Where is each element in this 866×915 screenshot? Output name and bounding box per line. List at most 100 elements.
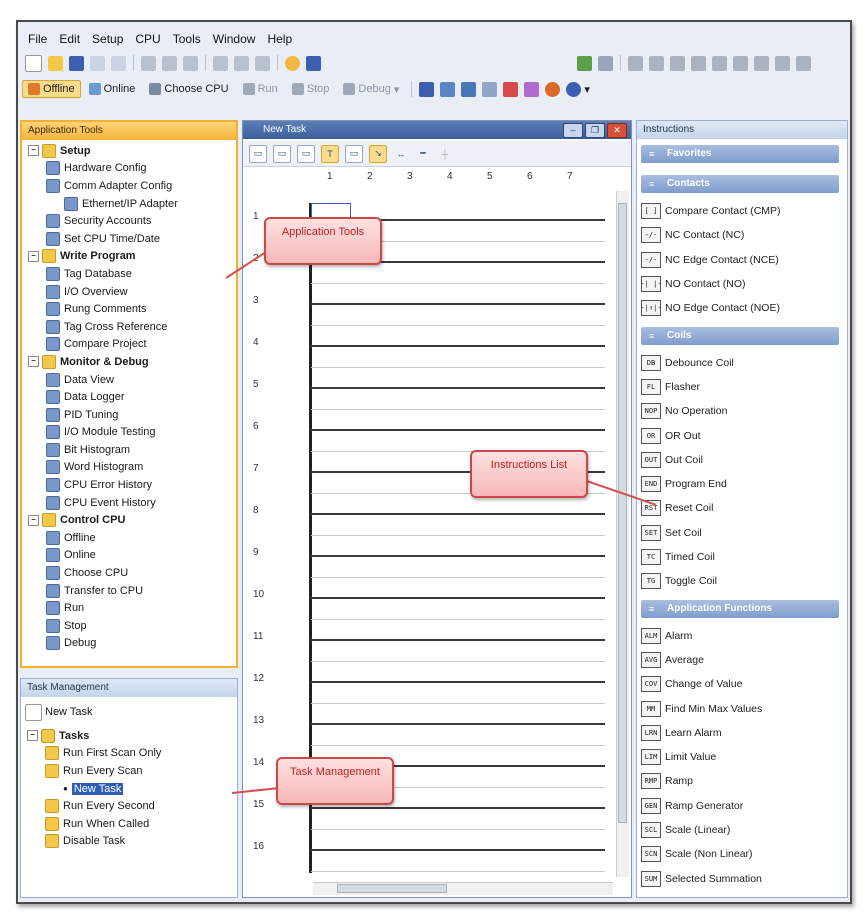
rung-line[interactable] <box>311 513 605 515</box>
help-icon[interactable] <box>285 55 300 71</box>
tool-icon[interactable] <box>754 55 769 71</box>
rung-line[interactable] <box>311 723 605 725</box>
window-icon[interactable] <box>440 81 456 97</box>
tool-icon[interactable] <box>670 55 685 71</box>
line-tool-icon[interactable]: ━ <box>415 146 431 162</box>
text-tool-icon[interactable]: T <box>321 144 339 163</box>
instruction-item[interactable]: FL Flasher <box>641 375 839 399</box>
menu-tools[interactable]: Tools <box>167 30 207 48</box>
vertical-scrollbar[interactable] <box>616 191 629 877</box>
task-item[interactable]: Run First Scan Only <box>21 745 237 763</box>
rung-line[interactable] <box>311 303 605 305</box>
scroll-thumb[interactable] <box>337 884 447 893</box>
tool-icon[interactable] <box>598 55 613 71</box>
task-item[interactable]: Run Every Scan <box>21 762 237 780</box>
tree-item[interactable]: I/O Overview <box>22 283 236 301</box>
instruction-item[interactable]: GEN Ramp Generator <box>641 794 839 818</box>
window-icon[interactable] <box>419 81 435 97</box>
online-button[interactable]: Online <box>83 80 142 98</box>
contact-tool-icon[interactable]: ▭ <box>249 144 267 163</box>
rung-line[interactable] <box>311 807 605 809</box>
instruction-item[interactable]: LRN Learn Alarm <box>641 721 839 745</box>
instruction-item[interactable]: SUM Selected Summation <box>641 866 839 890</box>
coil-tool-icon[interactable]: ▭ <box>273 144 291 163</box>
instruction-item[interactable]: RST Reset Coil <box>641 496 839 520</box>
instruction-item[interactable]: -/- NC Edge Contact (NCE) <box>641 248 839 272</box>
instruction-item[interactable]: [ ] Compare Contact (CMP) <box>641 199 839 223</box>
redo-icon[interactable] <box>234 55 249 71</box>
tree-item[interactable]: Debug <box>22 635 236 653</box>
close-icon[interactable]: ✕ <box>607 123 627 138</box>
rung-line[interactable] <box>311 597 605 599</box>
instruction-item[interactable]: TC Timed Coil <box>641 545 839 569</box>
copy-icon[interactable] <box>162 55 177 71</box>
zoom-icon[interactable] <box>255 55 270 71</box>
task-item[interactable]: ● New Task <box>21 780 237 798</box>
chevron-down-icon[interactable]: ▾ <box>584 83 590 96</box>
tree-item[interactable]: CPU Error History <box>22 476 236 494</box>
rung-line[interactable] <box>311 345 605 347</box>
rung-line[interactable] <box>311 429 605 431</box>
paste-icon[interactable] <box>183 55 198 71</box>
choose-cpu-button[interactable]: Choose CPU <box>143 80 234 98</box>
open-folder-icon[interactable] <box>48 55 63 71</box>
collapse-icon[interactable]: − <box>28 145 39 157</box>
rung-line[interactable] <box>311 681 605 683</box>
collapse-icon[interactable]: − <box>28 514 39 526</box>
save-icon[interactable] <box>69 55 84 71</box>
tool-icon[interactable] <box>712 55 727 71</box>
instruction-item[interactable]: -| |- NO Contact (NO) <box>640 272 839 296</box>
tree-item[interactable]: Choose CPU <box>22 564 236 582</box>
menu-setup[interactable]: Setup <box>86 30 129 48</box>
task-item[interactable]: − Tasks <box>21 727 237 745</box>
horizontal-scrollbar[interactable] <box>313 882 613 895</box>
new-task-button[interactable]: New Task <box>25 703 92 721</box>
menu-file[interactable]: File <box>22 30 53 48</box>
tool-icon[interactable] <box>691 55 706 71</box>
instruction-item[interactable]: OR OR Out <box>641 423 839 447</box>
instruction-item[interactable]: LIM Limit Value <box>641 745 839 769</box>
tree-item[interactable]: PID Tuning <box>22 406 236 424</box>
tree-item[interactable]: Ethernet/IP Adapter <box>22 195 236 213</box>
scroll-thumb[interactable] <box>618 203 627 823</box>
instruction-item[interactable]: COV Change of Value <box>641 672 839 696</box>
rung-line[interactable] <box>311 387 605 389</box>
menu-cpu[interactable]: CPU <box>129 30 166 48</box>
tree-item[interactable]: Stop <box>22 617 236 635</box>
instruction-item[interactable]: RMP Ramp <box>641 769 839 793</box>
instruction-item[interactable]: SCN Scale (Non Linear) <box>641 842 839 866</box>
tree-item[interactable]: Bit Histogram <box>22 441 236 459</box>
new-file-icon[interactable] <box>25 54 42 72</box>
tool-icon[interactable] <box>649 55 664 71</box>
stop-button[interactable]: Stop <box>286 80 336 98</box>
instruction-item[interactable]: -|↑|- NO Edge Contact (NOE) <box>640 296 839 320</box>
branch-tool-icon[interactable]: ┼ <box>437 146 453 162</box>
collapse-icon[interactable]: − <box>27 730 38 742</box>
undo-icon[interactable] <box>213 55 228 71</box>
window-icon[interactable] <box>482 81 498 97</box>
tree-item[interactable]: Compare Project <box>22 336 236 354</box>
tree-item[interactable]: CPU Event History <box>22 494 236 512</box>
menu-edit[interactable]: Edit <box>53 30 86 48</box>
horizontal-wire-icon[interactable]: ↔ <box>393 146 409 162</box>
tree-item[interactable]: I/O Module Testing <box>22 424 236 442</box>
error-icon[interactable] <box>545 81 561 97</box>
tree-item[interactable]: − Write Program <box>22 248 236 266</box>
instruction-item[interactable]: TG Toggle Coil <box>641 569 839 593</box>
tree-item[interactable]: Online <box>22 547 236 565</box>
cut-icon[interactable] <box>141 55 156 71</box>
debug-button[interactable]: Debug ▾ <box>337 80 405 99</box>
histogram-icon[interactable] <box>503 81 519 97</box>
rung-line[interactable] <box>311 555 605 557</box>
instruction-item[interactable]: DB Debounce Coil <box>641 351 839 375</box>
tree-item[interactable]: Run <box>22 599 236 617</box>
task-item[interactable]: Run Every Second <box>21 797 237 815</box>
restore-icon[interactable]: ❐ <box>585 123 605 138</box>
print-preview-icon[interactable] <box>90 55 105 71</box>
rung-line[interactable] <box>311 849 605 851</box>
instruction-item[interactable]: OUT Out Coil <box>641 448 839 472</box>
tree-item[interactable]: Tag Cross Reference <box>22 318 236 336</box>
instruction-category-header[interactable]: ≡ Coils <box>641 326 839 345</box>
tool-icon[interactable] <box>775 55 790 71</box>
wire-tool-icon[interactable]: ↘ <box>369 144 387 163</box>
